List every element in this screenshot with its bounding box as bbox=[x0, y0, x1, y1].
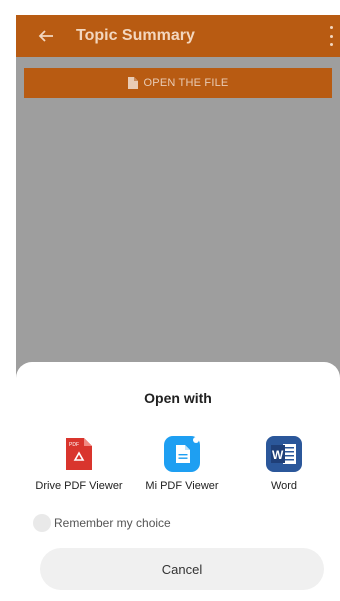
mi-pdf-icon bbox=[164, 436, 200, 472]
arrow-back-icon bbox=[38, 30, 53, 42]
app-option-mi-pdf[interactable]: Mi PDF Viewer bbox=[137, 434, 227, 493]
app-label: Word bbox=[270, 480, 298, 492]
app-label: Drive PDF Viewer bbox=[35, 480, 123, 492]
svg-text:PDF: PDF bbox=[69, 442, 79, 448]
sheet-title: Open with bbox=[144, 390, 212, 406]
screen: Topic Summary OPEN THE FILE Open with PD… bbox=[16, 15, 340, 601]
app-bar: Topic Summary bbox=[16, 15, 340, 57]
more-options-icon[interactable] bbox=[328, 26, 334, 46]
open-with-sheet: Open with PDF Drive PDF Viewer Mi PDF Vi… bbox=[16, 362, 340, 601]
page-title: Topic Summary bbox=[76, 27, 195, 44]
drive-pdf-icon: PDF bbox=[66, 438, 92, 470]
app-option-word[interactable]: W Word bbox=[239, 434, 329, 493]
back-button[interactable] bbox=[34, 24, 58, 48]
remember-radio[interactable] bbox=[33, 514, 51, 532]
word-icon: W bbox=[266, 436, 302, 472]
remember-label: Remember my choice bbox=[54, 516, 171, 530]
open-file-button[interactable]: OPEN THE FILE bbox=[24, 68, 332, 98]
app-label: Mi PDF Viewer bbox=[145, 480, 219, 492]
document-icon bbox=[127, 77, 138, 89]
remember-choice[interactable]: Remember my choice bbox=[33, 514, 171, 532]
app-option-drive-pdf[interactable]: PDF Drive PDF Viewer bbox=[34, 434, 124, 493]
open-file-label: OPEN THE FILE bbox=[143, 77, 229, 89]
svg-text:W: W bbox=[272, 448, 284, 462]
cancel-button[interactable]: Cancel bbox=[40, 548, 324, 590]
